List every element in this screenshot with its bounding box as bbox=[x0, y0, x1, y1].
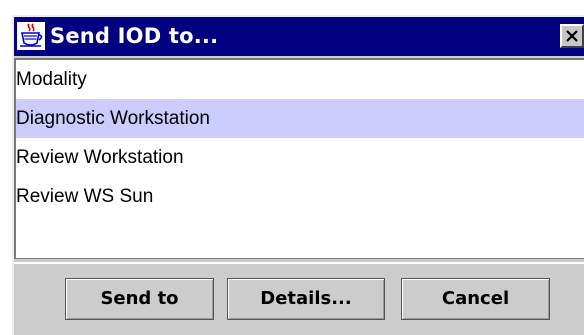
list-item-modality[interactable]: Modality bbox=[16, 60, 584, 99]
list-item-review-workstation[interactable]: Review Workstation bbox=[16, 138, 584, 177]
window-title: Send IOD to... bbox=[50, 24, 219, 48]
title-bar[interactable]: Send IOD to... bbox=[14, 17, 584, 56]
list-item-review-ws-sun[interactable]: Review WS Sun bbox=[16, 177, 584, 216]
close-x-icon bbox=[566, 30, 578, 42]
details-button[interactable]: Details... bbox=[227, 278, 385, 320]
java-coffee-cup-icon bbox=[17, 22, 45, 50]
button-bar: Send to Details... Cancel bbox=[14, 262, 584, 335]
send-iod-dialog: Send IOD to... Modality Diagnostic Works… bbox=[12, 15, 584, 335]
destination-list[interactable]: Modality Diagnostic Workstation Review W… bbox=[14, 58, 584, 259]
close-button[interactable] bbox=[560, 24, 584, 48]
send-to-button[interactable]: Send to bbox=[65, 278, 214, 320]
cancel-button[interactable]: Cancel bbox=[401, 278, 550, 320]
list-item-diagnostic-workstation[interactable]: Diagnostic Workstation bbox=[16, 99, 584, 138]
